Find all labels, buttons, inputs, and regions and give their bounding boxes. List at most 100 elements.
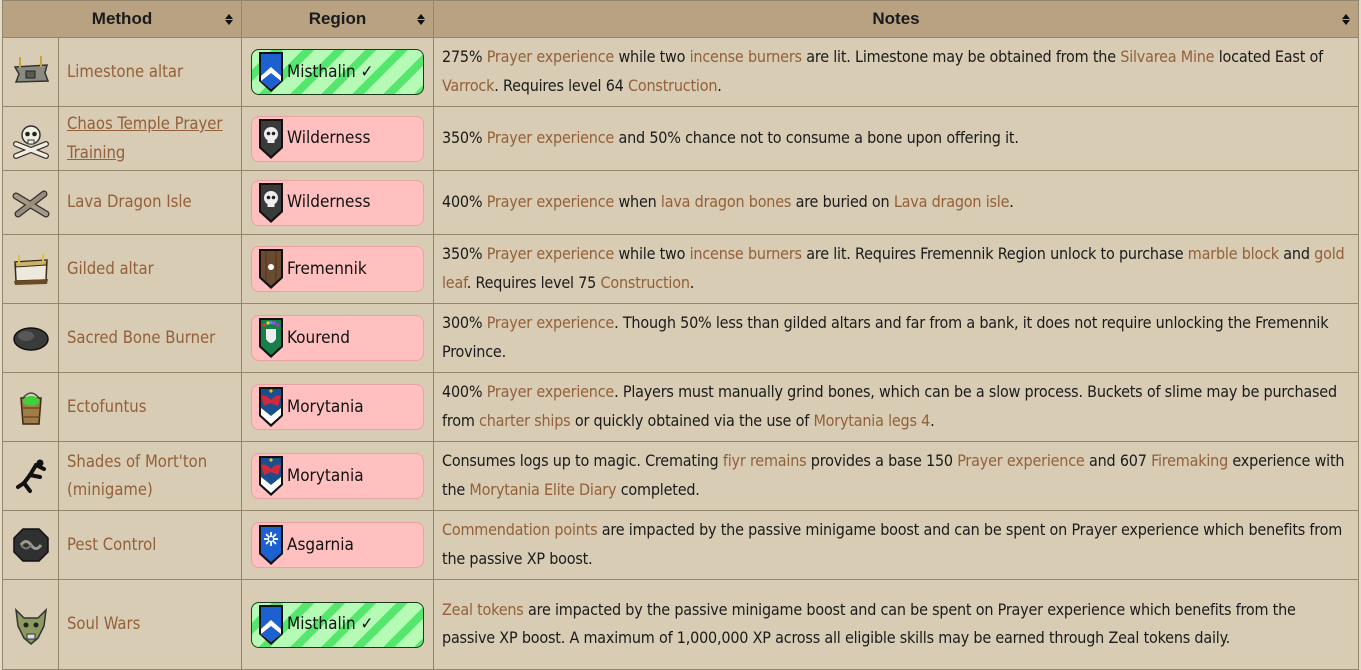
method-link[interactable]: Limestone altar <box>67 62 183 81</box>
notes-text: while two <box>614 244 690 263</box>
notes-cell: 350% Prayer experience and 50% chance no… <box>433 106 1359 171</box>
prayer-methods-table: Method Region Notes Limestone altar Misth… <box>2 0 1359 670</box>
region-badge-unlocked[interactable]: Misthalin ✓ <box>251 49 424 95</box>
shade-remains-icon[interactable] <box>10 455 52 497</box>
method-icon-cell <box>2 37 59 107</box>
fremennik-shield-icon <box>258 248 284 290</box>
region-badge-locked[interactable]: Fremennik <box>251 246 424 292</box>
sacred-bone-burner-icon[interactable] <box>10 317 52 359</box>
limestone-altar-icon[interactable] <box>10 51 52 93</box>
notes-text: provides a base 150 <box>806 451 958 470</box>
region-badge-locked[interactable]: Asgarnia <box>251 522 424 568</box>
region-label: Misthalin ✓ <box>287 614 374 635</box>
notes-text: Consumes logs up to magic. Cremating <box>442 451 723 470</box>
method-icon-cell <box>2 303 59 373</box>
notes-link[interactable]: incense burners <box>690 244 802 263</box>
method-link[interactable]: Gilded altar <box>67 259 154 278</box>
notes-link[interactable]: Prayer experience <box>487 128 615 147</box>
notes-link[interactable]: Prayer experience <box>487 47 615 66</box>
column-header-notes[interactable]: Notes <box>433 0 1359 38</box>
table-row: Shades of Mort'ton (minigame) Morytania Co… <box>2 441 1359 511</box>
header-row: Method Region Notes <box>2 0 1359 38</box>
notes-link[interactable]: Zeal tokens <box>442 600 524 619</box>
notes-text: 300% <box>442 313 487 332</box>
region-badge-locked[interactable]: Wilderness <box>251 115 424 162</box>
notes-text: 400% <box>442 382 487 401</box>
pest-control-icon[interactable] <box>10 524 52 566</box>
region-badge-locked[interactable]: Morytania <box>251 453 424 499</box>
region-badge-unlocked[interactable]: Misthalin ✓ <box>251 601 424 648</box>
notes-link[interactable]: Construction <box>628 76 717 95</box>
sort-up-down-icon[interactable] <box>225 13 233 25</box>
notes-text: . <box>1009 191 1014 211</box>
notes-link[interactable]: lava dragon bones <box>661 192 791 211</box>
region-label: Wilderness <box>287 192 371 213</box>
notes-link[interactable]: Prayer experience <box>487 313 615 332</box>
method-cell: Limestone altar <box>58 37 242 107</box>
notes-link[interactable]: Varrock <box>442 76 494 95</box>
method-icon-cell <box>2 372 59 442</box>
region-cell: Wilderness <box>241 170 434 235</box>
region-label: Morytania <box>287 465 364 486</box>
notes-link[interactable]: Firemaking <box>1151 451 1228 470</box>
region-badge-locked[interactable]: Wilderness <box>251 179 424 226</box>
soul-wars-icon[interactable] <box>10 604 52 646</box>
notes-link[interactable]: Commendation points <box>442 520 598 539</box>
region-badge-locked[interactable]: Kourend <box>251 315 424 361</box>
notes-link[interactable]: incense burners <box>690 47 802 66</box>
region-label: Kourend <box>287 327 350 348</box>
method-cell: Gilded altar <box>58 234 242 304</box>
notes-link[interactable]: Prayer experience <box>487 244 615 263</box>
notes-text: are buried on <box>791 191 894 211</box>
notes-link[interactable]: Prayer experience <box>487 192 615 211</box>
notes-link[interactable]: marble block <box>1188 244 1279 263</box>
table-row: Limestone altar Misthalin ✓ 275% Prayer ex… <box>2 37 1359 107</box>
skull-crossbones-icon[interactable] <box>10 118 52 160</box>
method-link[interactable]: Soul Wars <box>67 614 140 633</box>
notes-text: 400% <box>442 191 487 211</box>
notes-cell: 350% Prayer experience while two incense… <box>433 234 1359 304</box>
method-icon-cell <box>2 170 59 235</box>
morytania-shield-icon <box>258 455 284 497</box>
notes-cell: Commendation points are impacted by the … <box>433 510 1359 580</box>
method-link[interactable]: Sacred Bone Burner <box>67 328 215 347</box>
notes-link[interactable]: Prayer experience <box>957 451 1085 470</box>
notes-text: . <box>689 272 695 292</box>
notes-link[interactable]: Silvarea Mine <box>1120 47 1214 66</box>
notes-cell: 300% Prayer experience. Though 50% less … <box>433 303 1359 373</box>
notes-cell: Consumes logs up to magic. Cremating fiy… <box>433 441 1359 511</box>
region-badge-locked[interactable]: Morytania <box>251 384 424 430</box>
notes-link[interactable]: Morytania legs 4 <box>813 411 930 430</box>
notes-link[interactable]: Prayer experience <box>487 382 615 401</box>
sort-up-down-icon[interactable] <box>1342 13 1350 25</box>
region-label: Wilderness <box>287 128 371 149</box>
column-header-method-label: Method <box>91 8 153 28</box>
notes-link[interactable]: fiyr remains <box>723 451 807 470</box>
notes-text: 275% <box>442 47 487 66</box>
method-link[interactable]: Pest Control <box>67 535 156 554</box>
column-header-method[interactable]: Method <box>2 0 242 38</box>
notes-link[interactable]: charter ships <box>479 411 571 430</box>
method-link[interactable]: Lava Dragon Isle <box>67 192 192 211</box>
column-header-region[interactable]: Region <box>241 0 434 38</box>
notes-text: . Requires level 75 <box>466 272 601 292</box>
region-cell: Misthalin ✓ <box>241 37 434 107</box>
notes-cell: 400% Prayer experience. Players must man… <box>433 372 1359 442</box>
method-link[interactable]: Ectofuntus <box>67 397 146 416</box>
notes-link[interactable]: Morytania Elite Diary <box>469 480 616 499</box>
method-cell: Shades of Mort'ton (minigame) <box>58 441 242 511</box>
region-label: Misthalin ✓ <box>287 61 374 82</box>
notes-text: or quickly obtained via the use of <box>570 410 814 430</box>
gilded-altar-icon[interactable] <box>10 248 52 290</box>
notes-link[interactable]: Construction <box>601 273 690 292</box>
lava-dragon-bones-icon[interactable] <box>10 182 52 224</box>
method-icon-cell <box>2 510 59 580</box>
bucket-of-slime-icon[interactable] <box>10 386 52 428</box>
method-link[interactable]: Chaos Temple Prayer Training <box>67 114 223 162</box>
method-cell: Lava Dragon Isle <box>58 170 242 235</box>
region-label: Fremennik <box>287 258 367 279</box>
notes-link[interactable]: Lava dragon isle <box>894 192 1010 211</box>
method-link[interactable]: Shades of Mort'ton (minigame) <box>67 452 207 500</box>
column-header-region-label: Region <box>308 8 367 28</box>
sort-up-down-icon[interactable] <box>417 13 425 25</box>
